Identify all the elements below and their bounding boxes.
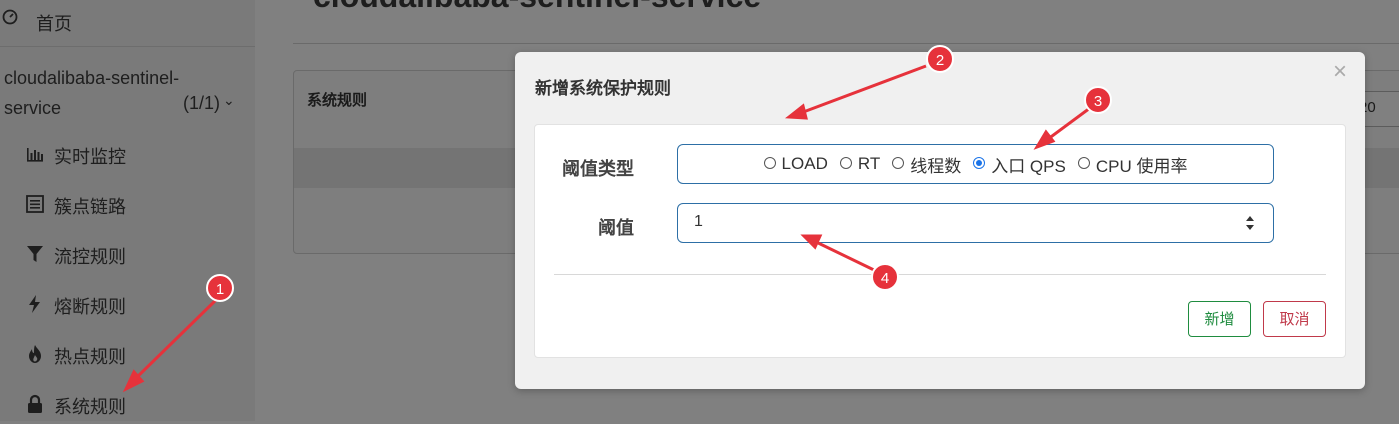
radio-label: 线程数 — [910, 156, 962, 176]
flame-icon — [29, 345, 41, 363]
title-divider — [293, 43, 1399, 44]
dialog-body: 阈值类型 LOAD RT 线程数 入口 QPS CPU 使用率 阈值 1 新增 … — [534, 124, 1346, 358]
radio-icon[interactable] — [892, 157, 905, 169]
radio-label: LOAD — [781, 154, 828, 173]
radio-option-cpu-usage[interactable]: CPU 使用率 — [1077, 152, 1188, 177]
radio-label: 入口 QPS — [991, 156, 1066, 176]
sidebar-item-label: 簇点链路 — [54, 197, 126, 217]
threshold-value: 1 — [694, 213, 703, 230]
sidebar-item-home[interactable]: 首页 — [0, 0, 255, 47]
sidebar-item-realtime-monitor[interactable]: 实时监控 — [0, 134, 255, 174]
app-instance-count: (1/1) — [183, 93, 221, 113]
dashboard-icon — [2, 9, 18, 25]
threshold-input[interactable]: 1 — [677, 203, 1274, 243]
threshold-label: 阈值 — [598, 218, 634, 238]
add-button[interactable]: 新增 — [1188, 301, 1251, 337]
dialog-title: 新增系统保护规则 — [535, 79, 671, 98]
sidebar-item-label: 首页 — [36, 14, 72, 34]
sidebar-item-label: 流控规则 — [54, 247, 126, 267]
app-name[interactable]: cloudalibaba-sentinel- service — [4, 63, 179, 123]
sidebar-item-label: 热点规则 — [54, 347, 126, 367]
sidebar-item-cluster-link[interactable]: 簇点链路 — [0, 184, 255, 224]
page-title: cloudalibaba-sentinel-service — [313, 0, 761, 15]
add-system-rule-dialog: 新增系统保护规则 × 阈值类型 LOAD RT 线程数 入口 QPS CPU 使… — [515, 52, 1365, 389]
panel-title: 系统规则 — [307, 92, 368, 109]
threshold-type-radio-group: LOAD RT 线程数 入口 QPS CPU 使用率 — [677, 144, 1274, 184]
filter-icon — [27, 246, 43, 262]
radio-icon[interactable] — [1077, 157, 1090, 169]
radio-option-load[interactable]: LOAD — [763, 154, 828, 174]
annotation-marker-2: 2 — [926, 45, 954, 73]
close-icon[interactable]: × — [1333, 58, 1347, 86]
list-icon — [26, 195, 44, 213]
sidebar-item-label: 实时监控 — [54, 147, 126, 167]
app-name-line2: service — [4, 98, 62, 118]
chevron-down-icon[interactable]: ⌄ — [223, 92, 235, 109]
threshold-type-label: 阈值类型 — [562, 159, 634, 179]
radio-label: CPU 使用率 — [1095, 156, 1188, 176]
sidebar-item-hotspot-rules[interactable]: 热点规则 — [0, 334, 255, 374]
bolt-icon — [29, 295, 40, 313]
number-spinner-icon[interactable] — [1245, 215, 1255, 231]
sidebar-item-system-rules[interactable]: 系统规则 — [0, 384, 255, 424]
cancel-button[interactable]: 取消 — [1263, 301, 1326, 337]
radio-option-entry-qps[interactable]: 入口 QPS — [973, 152, 1066, 177]
annotation-marker-1: 1 — [206, 274, 234, 302]
radio-label: RT — [857, 154, 881, 173]
radio-option-thread-count[interactable]: 线程数 — [892, 152, 961, 177]
bar-chart-icon — [27, 148, 43, 162]
radio-icon[interactable] — [839, 157, 852, 169]
sidebar: 首页 cloudalibaba-sentinel- service (1/1) … — [0, 0, 255, 421]
dialog-divider — [554, 274, 1326, 275]
annotation-marker-4: 4 — [871, 263, 899, 291]
lock-icon — [28, 394, 42, 413]
radio-checked-icon[interactable] — [973, 157, 986, 169]
radio-option-rt[interactable]: RT — [839, 154, 881, 174]
radio-icon[interactable] — [763, 157, 776, 169]
app-name-line1: cloudalibaba-sentinel- — [4, 68, 180, 88]
sidebar-item-flow-rules[interactable]: 流控规则 — [0, 234, 255, 274]
sidebar-item-label: 系统规则 — [54, 397, 126, 417]
annotation-marker-3: 3 — [1084, 86, 1112, 114]
sidebar-item-label: 熔断规则 — [54, 297, 126, 317]
